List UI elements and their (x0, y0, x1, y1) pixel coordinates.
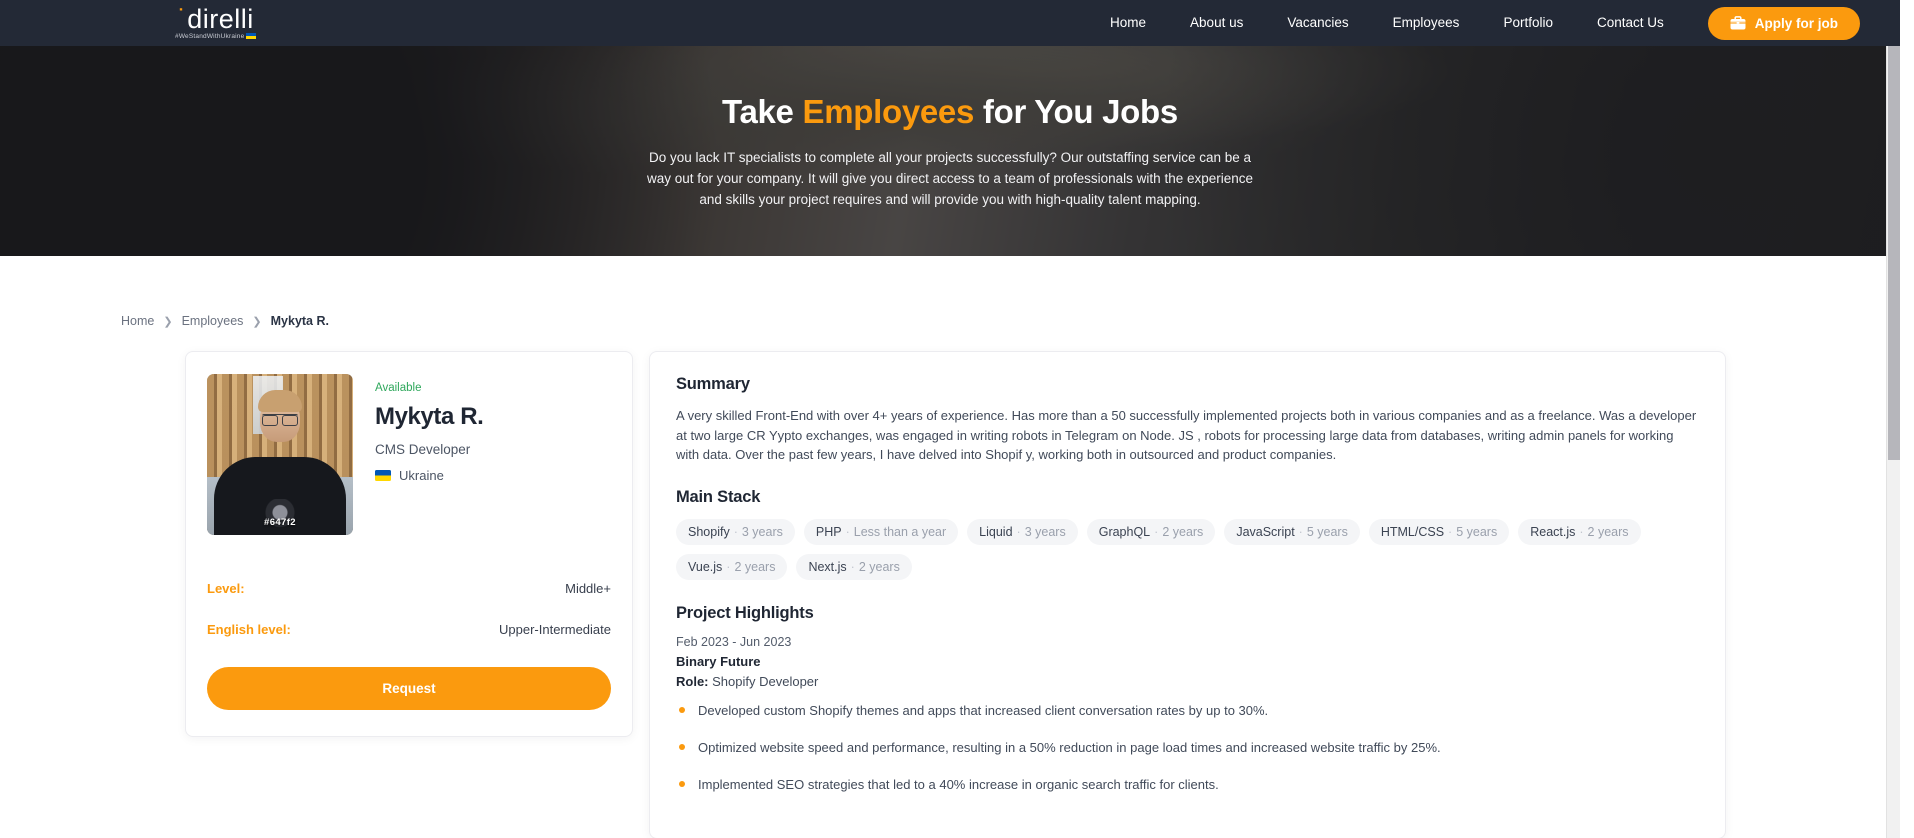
hero-subtitle: Do you lack IT specialists to complete a… (646, 149, 1254, 207)
site-logo[interactable]: ˙direlli #WeStandWithUkraine (175, 4, 257, 40)
ukraine-flag-icon (375, 470, 391, 481)
summary-heading: Summary (676, 375, 750, 393)
logo-text: ˙direlli (177, 4, 254, 34)
project-role-label: Role: (676, 673, 709, 689)
nav-item-vacancies[interactable]: Vacancies (1265, 0, 1370, 46)
project-bullet-list: Developed custom Shopify themes and apps… (676, 701, 1699, 794)
summary-text: A very skilled Front-End with over 4+ ye… (676, 408, 1697, 462)
logo-wordmark: ˙direlli (177, 4, 254, 34)
stack-tag: Liquid · 3 years (967, 518, 1078, 545)
breadcrumb: Home ❯ Employees ❯ Mykyta R. (0, 256, 1900, 328)
stack-tag: Next.js · 2 years (796, 553, 912, 580)
bullet-dot-icon (679, 780, 685, 787)
hero-banner: Take Employees for You Jobs Do you lack … (0, 46, 1900, 256)
logo-tagline: #WeStandWithUkraine (175, 33, 257, 40)
nav-item-about-us[interactable]: About us (1168, 0, 1265, 46)
stack-tag: Shopify · 3 years (676, 518, 795, 545)
project-highlights-heading: Project Highlights (676, 603, 814, 622)
chevron-right-icon: ❯ (252, 315, 262, 328)
project-bullet-text: Developed custom Shopify themes and apps… (698, 702, 1269, 718)
project-bullet-text: Optimized website speed and performance,… (698, 739, 1441, 755)
attribute-value-level: Middle+ (565, 581, 611, 596)
hero-title-post: for You Jobs (974, 92, 1178, 130)
nav-item-portfolio[interactable]: Portfolio (1481, 0, 1575, 46)
attribute-value-english-level: Upper-Intermediate (499, 622, 611, 637)
project-bullet: Implemented SEO strategies that led to a… (676, 775, 1699, 794)
employee-country: Ukraine (375, 468, 483, 483)
project-role-value: Shopify Developer (712, 673, 819, 689)
project-bullet: Optimized website speed and performance,… (676, 738, 1699, 757)
employee-id-badge: #647f2 (264, 517, 296, 528)
photo-person-glasses (262, 414, 298, 426)
attribute-row-level: Level: Middle+ (207, 581, 611, 596)
breadcrumb-item-current: Mykyta R. (270, 314, 329, 328)
stack-tag: PHP · Less than a year (803, 518, 959, 545)
briefcase-icon (1730, 16, 1746, 30)
bullet-dot-icon (679, 706, 685, 713)
page-root: ˙direlli #WeStandWithUkraine Home About … (0, 0, 1900, 838)
project-bullet: Developed custom Shopify themes and apps… (676, 701, 1699, 720)
nav-item-contact-us[interactable]: Contact Us (1575, 0, 1686, 46)
project-bullet-text: Implemented SEO strategies that led to a… (698, 776, 1219, 792)
site-header: ˙direlli #WeStandWithUkraine Home About … (0, 0, 1900, 46)
employee-name: Mykyta R. (375, 403, 484, 430)
nav-item-employees[interactable]: Employees (1371, 0, 1482, 46)
employee-attributes: Level: Middle+ English level: Upper-Inte… (207, 581, 611, 637)
breadcrumb-item-home[interactable]: Home (121, 314, 154, 328)
page-scrollbar-thumb[interactable] (1888, 0, 1900, 460)
apply-for-job-label: Apply for job (1754, 15, 1838, 31)
chevron-right-icon: ❯ (163, 315, 173, 328)
ukraine-flag-mini-icon (246, 33, 257, 40)
photo-person-hair (258, 390, 302, 412)
hero-title-highlight: Employees (802, 92, 975, 130)
employee-role: CMS Developer (375, 442, 471, 457)
stack-tag: Vue.js · 2 years (676, 553, 788, 580)
main-stack-tags: Shopify · 3 years PHP · Less than a year Liq… (676, 518, 1699, 580)
employee-photo: #647f2 (207, 374, 353, 535)
hero-title: Take Employees for You Jobs (0, 93, 1900, 131)
project-name: Binary Future (676, 653, 761, 669)
employee-details-card: Summary A very skilled Front-End with ov… (649, 351, 1726, 838)
attribute-row-english-level: English level: Upper-Intermediate (207, 622, 611, 637)
employee-country-label: Ukraine (399, 468, 444, 483)
status-badge: Available (375, 382, 422, 394)
employee-profile-card: #647f2 Available Mykyta R. CMS Developer… (185, 351, 633, 737)
project-dates: Feb 2023 - Jun 2023 (676, 634, 792, 649)
attribute-label-english-level: English level: (207, 622, 291, 637)
request-button[interactable]: Request (207, 667, 611, 710)
stack-tag: React.js · 2 years (1518, 518, 1641, 545)
main-content: #647f2 Available Mykyta R. CMS Developer… (0, 328, 1900, 838)
attribute-label-level: Level: (207, 581, 245, 596)
main-stack-heading: Main Stack (676, 487, 761, 506)
breadcrumb-item-employees[interactable]: Employees (182, 314, 244, 328)
hero-title-pre: Take (722, 92, 803, 130)
bullet-dot-icon (679, 743, 685, 750)
stack-tag: HTML/CSS · 5 years (1368, 518, 1510, 545)
project-role: Role: Shopify Developer (676, 674, 1699, 689)
stack-tag: GraphQL · 2 years (1086, 518, 1216, 545)
nav-item-home[interactable]: Home (1088, 0, 1168, 46)
apply-for-job-button[interactable]: Apply for job (1707, 6, 1860, 40)
stack-tag: JavaScript · 5 years (1224, 518, 1360, 545)
main-nav: Home About us Vacancies Employees Portfo… (1088, 0, 1860, 46)
